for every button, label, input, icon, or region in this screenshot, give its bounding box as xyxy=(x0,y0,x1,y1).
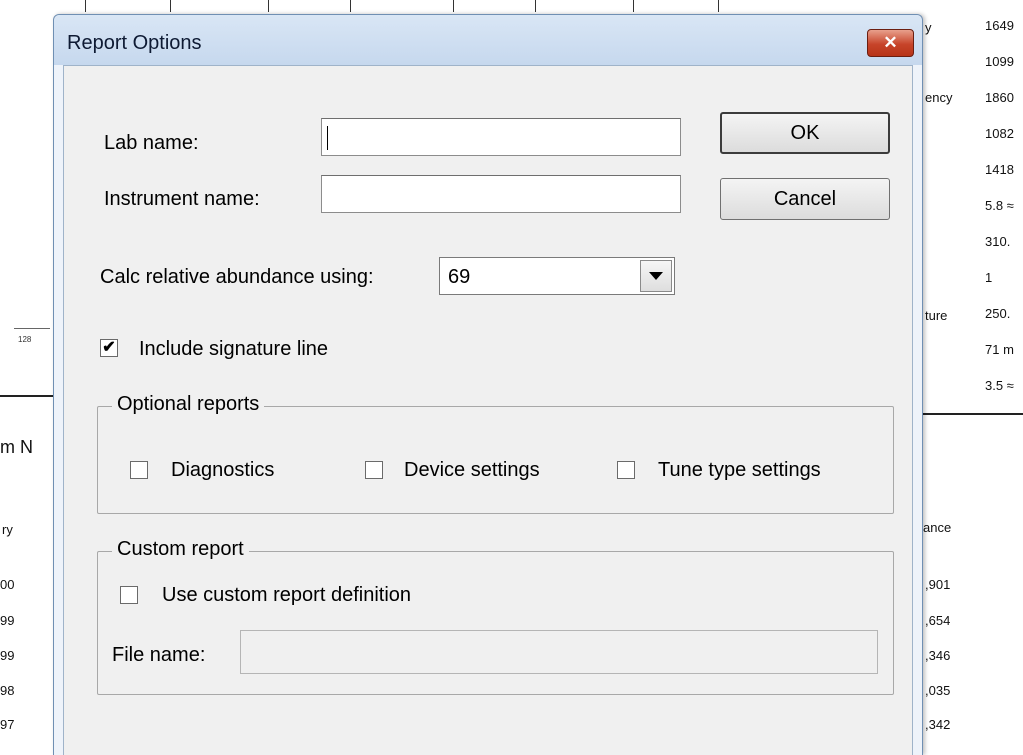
file-name-label: File name: xyxy=(112,644,206,666)
cancel-button[interactable]: Cancel xyxy=(720,178,890,220)
tick-mark xyxy=(718,0,719,12)
mini-axis-label: 128 xyxy=(18,335,32,344)
tick-mark xyxy=(453,0,454,12)
calc-abundance-label: Calc relative abundance using: xyxy=(100,266,374,288)
check-icon: ✔ xyxy=(102,339,116,356)
tune-type-settings-checkbox[interactable] xyxy=(617,461,635,479)
bg-left-fragment: 00 xyxy=(0,577,15,592)
bg-value: 1 xyxy=(985,270,993,285)
close-icon: ✕ xyxy=(883,33,898,52)
bg-left-fragment: 97 xyxy=(0,717,15,732)
bg-value: 1082 xyxy=(985,126,1014,141)
file-name-input[interactable] xyxy=(241,631,877,673)
tick-mark xyxy=(633,0,634,12)
instrument-name-label: Instrument name: xyxy=(104,188,260,210)
lab-name-field[interactable] xyxy=(321,118,681,156)
bg-heading-fragment: m N xyxy=(0,437,33,457)
bg-right-label: y xyxy=(925,20,932,35)
diagnostics-checkbox[interactable] xyxy=(130,461,148,479)
dialog-body: Lab name: Instrument name: OK Cancel Cal… xyxy=(63,65,913,755)
calc-abundance-value: 69 xyxy=(448,266,471,288)
tune-type-settings-label[interactable]: Tune type settings xyxy=(658,459,821,482)
optional-reports-group: Optional reports Diagnostics Device sett… xyxy=(97,393,894,514)
close-button[interactable]: ✕ xyxy=(867,29,914,57)
bg-value: ,654 xyxy=(925,613,951,628)
file-name-field[interactable] xyxy=(240,630,878,674)
bg-value: 310. xyxy=(985,234,1011,249)
bg-value: 1099 xyxy=(985,54,1014,69)
include-signature-checkbox[interactable]: ✔ xyxy=(100,339,118,357)
bg-value: 71 m xyxy=(985,342,1014,357)
tick-mark xyxy=(170,0,171,12)
report-options-dialog: Report Options ✕ Lab name: Instrument na… xyxy=(53,14,923,755)
calc-abundance-select[interactable]: 69 xyxy=(439,257,675,295)
bg-value: 1418 xyxy=(985,162,1014,177)
instrument-name-field[interactable] xyxy=(321,175,681,213)
include-signature-label[interactable]: Include signature line xyxy=(139,338,328,361)
dropdown-button[interactable] xyxy=(640,260,672,292)
text-caret xyxy=(327,126,328,150)
device-settings-label[interactable]: Device settings xyxy=(404,459,540,482)
use-custom-report-checkbox[interactable] xyxy=(120,586,138,604)
bg-value: 250. xyxy=(985,306,1011,321)
lab-name-label: Lab name: xyxy=(104,132,199,154)
mini-axis xyxy=(14,328,50,329)
diagnostics-label[interactable]: Diagnostics xyxy=(171,459,274,482)
tick-mark xyxy=(535,0,536,12)
bg-value: ,901 xyxy=(925,577,951,592)
bg-value: 3.5 ≈ xyxy=(985,378,1014,393)
tick-mark xyxy=(85,0,86,12)
bg-value: ,342 xyxy=(925,717,951,732)
device-settings-checkbox[interactable] xyxy=(365,461,383,479)
bg-value: 1649 xyxy=(985,18,1014,33)
bg-left-fragment: 99 xyxy=(0,648,15,663)
bg-left-fragment: 98 xyxy=(0,683,15,698)
bg-right-label: ture xyxy=(925,308,948,323)
bg-value: ,035 xyxy=(925,683,951,698)
bg-value: 5.8 ≈ xyxy=(985,198,1014,213)
use-custom-report-label[interactable]: Use custom report definition xyxy=(162,584,411,607)
bg-value: ,346 xyxy=(925,648,951,663)
custom-report-legend: Custom report xyxy=(112,538,249,561)
divider-line xyxy=(921,413,1023,415)
ok-button[interactable]: OK xyxy=(720,112,890,154)
tick-mark xyxy=(350,0,351,12)
divider-line xyxy=(0,395,55,397)
dialog-titlebar[interactable]: Report Options ✕ xyxy=(54,15,922,65)
dialog-title: Report Options xyxy=(67,32,202,54)
chevron-down-icon xyxy=(649,272,663,280)
bg-right-label: ance xyxy=(923,520,952,535)
bg-value: 1860 xyxy=(985,90,1014,105)
bg-left-fragment: ry xyxy=(2,522,13,537)
tick-mark xyxy=(268,0,269,12)
lab-name-input[interactable] xyxy=(322,119,680,155)
optional-reports-legend: Optional reports xyxy=(112,393,265,416)
instrument-name-input[interactable] xyxy=(322,176,680,212)
bg-left-fragment: 99 xyxy=(0,613,15,628)
custom-report-group: Custom report Use custom report definiti… xyxy=(97,538,894,695)
bg-right-label: ency xyxy=(925,90,953,105)
